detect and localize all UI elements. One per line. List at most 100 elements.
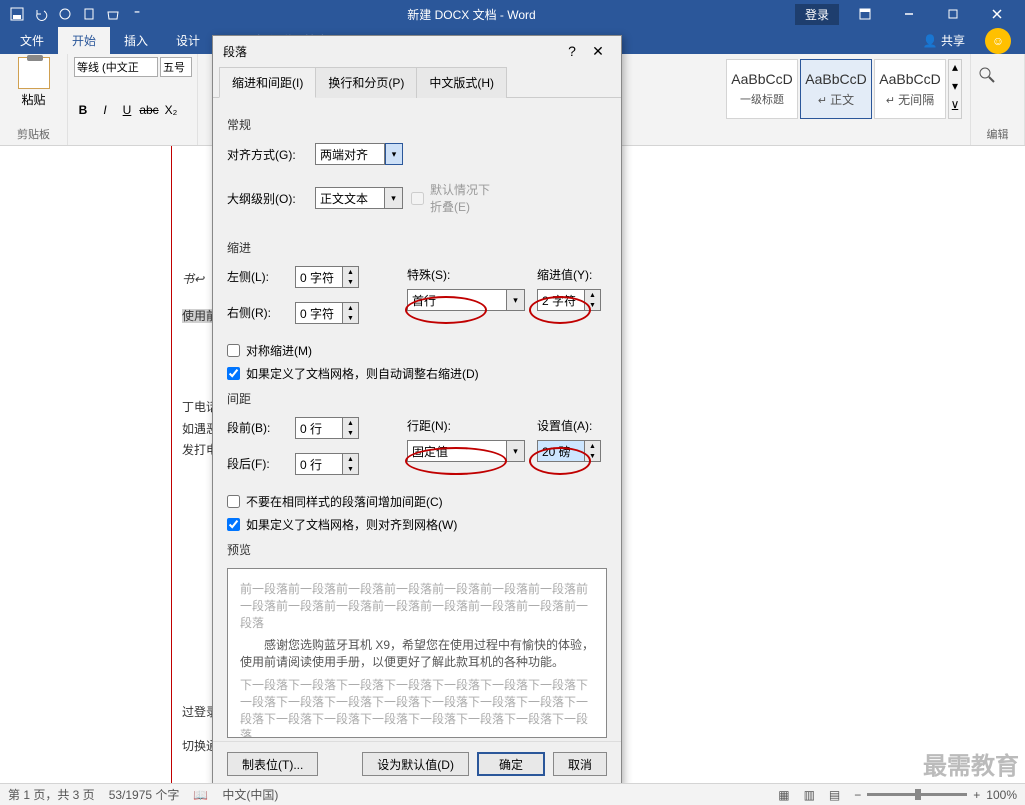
ok-button[interactable]: 确定 [477, 752, 545, 776]
editing-group-label: 编辑 [977, 124, 1018, 142]
web-layout-icon[interactable]: ▤ [829, 788, 840, 802]
outline-level-combo[interactable]: ▾ [315, 187, 403, 209]
cancel-button[interactable]: 取消 [553, 752, 607, 776]
collapsed-checkbox[interactable]: 默认情况下折叠(E) [411, 181, 491, 215]
set-default-button[interactable]: 设为默认值(D) [362, 752, 469, 776]
dialog-close-button[interactable]: ✕ [585, 43, 611, 60]
font-group: B I U abc X₂ [68, 54, 198, 145]
strikethrough-button[interactable]: abc [140, 101, 158, 119]
share-button[interactable]: 👤 共享 [911, 27, 977, 54]
italic-button[interactable]: I [96, 101, 114, 119]
help-button[interactable]: ? [559, 43, 585, 59]
mirror-indents-checkbox[interactable]: 对称缩进(M) [227, 342, 607, 359]
tabs-button[interactable]: 制表位(T)... [227, 752, 318, 776]
down-icon[interactable]: ▼ [585, 300, 600, 310]
auto-adjust-indent-checkbox[interactable]: 如果定义了文档网格，则自动调整右缩进(D) [227, 365, 607, 382]
up-icon[interactable]: ▲ [343, 303, 358, 313]
minimize-icon[interactable] [887, 0, 931, 28]
qat-more-icon[interactable]: ⁼ [126, 3, 148, 25]
status-bar: 第 1 页，共 3 页 53/1975 个字 📖 中文(中国) ▦ ▥ ▤ − … [0, 783, 1025, 805]
style-nospacing[interactable]: AaBbCcD↵ 无间隔 [874, 59, 946, 119]
snap-to-grid-checkbox[interactable]: 如果定义了文档网格，则对齐到网格(W) [227, 516, 607, 533]
style-normal[interactable]: AaBbCcD↵ 正文 [800, 59, 872, 119]
alignment-combo[interactable]: ▾ [315, 143, 403, 165]
underline-button[interactable]: U [118, 101, 136, 119]
style-heading1[interactable]: AaBbCcD一级标题 [726, 59, 798, 119]
space-after-spinner[interactable]: ▲▼ [295, 453, 359, 475]
chevron-down-icon[interactable]: ▾ [385, 187, 403, 209]
up-icon[interactable]: ▲ [343, 418, 358, 428]
maximize-icon[interactable] [931, 0, 975, 28]
down-icon[interactable]: ▼ [343, 277, 358, 287]
tab-file[interactable]: 文件 [6, 27, 58, 54]
styles-more-icon[interactable]: ⊻ [949, 99, 961, 118]
right-indent-spinner[interactable]: ▲▼ [295, 302, 359, 324]
print-layout-icon[interactable]: ▥ [804, 788, 815, 802]
zoom-level[interactable]: 100% [986, 788, 1017, 802]
line-spacing-combo[interactable]: ▾ [407, 440, 525, 462]
zoom-slider[interactable] [867, 793, 967, 796]
no-space-same-style-checkbox[interactable]: 不要在相同样式的段落间增加间距(C) [227, 493, 607, 510]
up-icon[interactable]: ▲ [343, 454, 358, 464]
zoom-control[interactable]: − + 100% [854, 788, 1017, 802]
down-icon[interactable]: ▼ [343, 464, 358, 474]
dialog-titlebar: 段落 ? ✕ [213, 36, 621, 66]
zoom-in-icon[interactable]: + [973, 788, 980, 802]
special-indent-combo[interactable]: ▾ [407, 289, 525, 311]
styles-down-icon[interactable]: ▾ [949, 79, 961, 98]
clipboard-group: 粘贴 剪贴板 [0, 54, 68, 145]
down-icon[interactable]: ▼ [585, 451, 600, 461]
styles-up-icon[interactable]: ▴ [949, 60, 961, 79]
down-icon[interactable]: ▼ [343, 313, 358, 323]
zoom-out-icon[interactable]: − [854, 788, 861, 802]
font-name-input[interactable] [74, 57, 158, 77]
bold-button[interactable]: B [74, 101, 92, 119]
left-indent-spinner[interactable]: ▲▼ [295, 266, 359, 288]
down-icon[interactable]: ▼ [343, 428, 358, 438]
tab-indents-spacing[interactable]: 缩进和间距(I) [219, 67, 316, 98]
up-icon[interactable]: ▲ [343, 267, 358, 277]
page-number[interactable]: 第 1 页，共 3 页 [8, 786, 95, 803]
chevron-down-icon[interactable]: ▾ [385, 143, 403, 165]
ribbon-options-icon[interactable] [843, 0, 887, 28]
preview-area: 前一段落前一段落前一段落前一段落前一段落前一段落前一段落前一段落前一段落前一段落… [227, 568, 607, 738]
font-size-input[interactable] [160, 57, 192, 77]
tab-line-page-breaks[interactable]: 换行和分页(P) [315, 67, 417, 98]
dialog-title: 段落 [223, 43, 559, 60]
login-button[interactable]: 登录 [795, 4, 839, 25]
paste-label: 粘贴 [21, 91, 45, 108]
word-count[interactable]: 53/1975 个字 [109, 786, 180, 803]
open-icon[interactable] [102, 3, 124, 25]
save-icon[interactable] [6, 3, 28, 25]
paste-button[interactable]: 粘贴 [6, 57, 61, 108]
feedback-icon[interactable]: ☺ [985, 28, 1011, 54]
outline-level-label: 大纲级别(O): [227, 190, 307, 207]
find-button[interactable] [977, 57, 1018, 85]
clipboard-icon [18, 57, 50, 89]
window-title: 新建 DOCX 文档 - Word [148, 6, 795, 23]
tab-design[interactable]: 设计 [162, 27, 214, 54]
up-icon[interactable]: ▲ [585, 290, 600, 300]
quick-access-toolbar: ⁼ [6, 3, 148, 25]
indent-by-spinner[interactable]: ▲▼ [537, 289, 601, 311]
language-status[interactable]: 中文(中国) [222, 786, 278, 803]
tab-insert[interactable]: 插入 [110, 27, 162, 54]
indentation-section-title: 缩进 [227, 239, 607, 256]
title-bar: ⁼ 新建 DOCX 文档 - Word 登录 [0, 0, 1025, 28]
space-before-spinner[interactable]: ▲▼ [295, 417, 359, 439]
close-icon[interactable] [975, 0, 1019, 28]
tab-home[interactable]: 开始 [58, 27, 110, 54]
watermark: 最需教育 [923, 746, 1019, 781]
chevron-down-icon[interactable]: ▾ [507, 440, 525, 462]
tab-asian-typography[interactable]: 中文版式(H) [416, 67, 507, 98]
undo-icon[interactable] [30, 3, 52, 25]
up-icon[interactable]: ▲ [585, 441, 600, 451]
space-after-label: 段后(F): [227, 455, 287, 472]
spell-check-icon[interactable]: 📖 [193, 788, 208, 802]
new-icon[interactable] [78, 3, 100, 25]
spacing-at-spinner[interactable]: ▲▼ [537, 440, 601, 462]
chevron-down-icon[interactable]: ▾ [507, 289, 525, 311]
subscript-button[interactable]: X₂ [162, 101, 180, 119]
read-mode-icon[interactable]: ▦ [778, 788, 789, 802]
redo-icon[interactable] [54, 3, 76, 25]
